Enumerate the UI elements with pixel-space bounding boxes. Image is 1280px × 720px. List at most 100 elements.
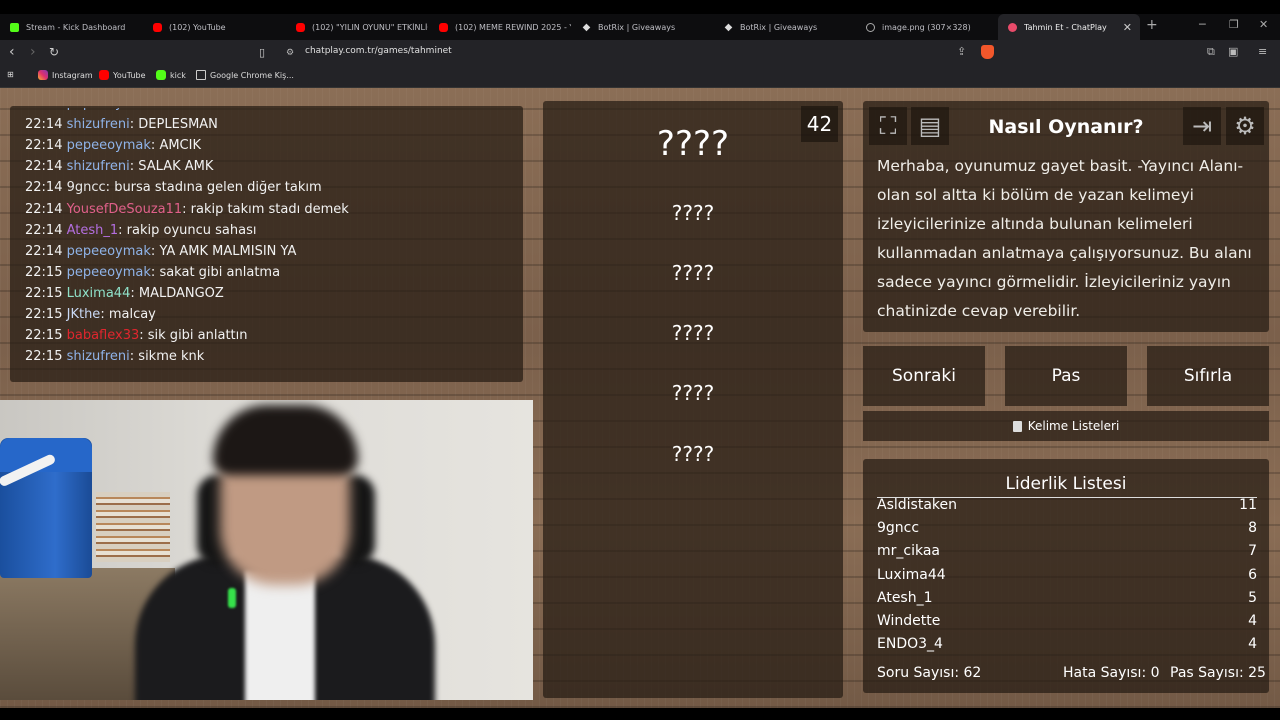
bookmark-instagram[interactable]: Instagram xyxy=(38,70,93,80)
bookmark-youtube[interactable]: YouTube xyxy=(99,70,146,80)
chat-text: SALAK AMK xyxy=(138,159,214,175)
url-text[interactable]: chatplay.com.tr/games/tahminet xyxy=(305,46,452,56)
chat-text: YA AMK MALMISIN YA xyxy=(159,243,297,259)
bookmark-kick[interactable]: kick xyxy=(156,70,186,80)
chat-username[interactable]: shizufreni xyxy=(67,159,130,174)
apps-icon[interactable]: ⊞ xyxy=(7,70,14,79)
chat-time: 22:14 xyxy=(25,201,63,217)
chat-message: 22:15 babaflex33: sik gibi anlattın xyxy=(25,328,248,343)
chat-text: sakat gibi anlatma xyxy=(159,264,281,280)
leaderboard-score: 4 xyxy=(1248,613,1257,629)
browser-tab-bar: Stream - Kick Dashboard (102) YouTube (1… xyxy=(0,0,1280,40)
site-info-icon[interactable]: ⚙ xyxy=(286,48,294,58)
new-tab-icon[interactable]: + xyxy=(1146,17,1158,33)
chat-message: 22:14 9gncc: bursa stadına gelen diğer t… xyxy=(25,180,322,195)
question-count: Soru Sayısı: 62 xyxy=(877,665,982,681)
kick-icon xyxy=(10,22,19,32)
leaderboard-row: Atesh_1 5 xyxy=(877,590,1257,606)
streamer-webcam xyxy=(0,400,533,700)
bottom-edge xyxy=(0,708,1280,720)
tab-title: BotRix | Giveaways xyxy=(598,22,676,32)
word-lists-label: Kelime Listeleri xyxy=(1027,419,1120,433)
back-icon[interactable]: ‹ xyxy=(9,44,15,60)
next-button[interactable]: Sonraki xyxy=(863,346,985,406)
chat-text: rakip takım stadı demek xyxy=(190,201,349,217)
tab-botrix-1[interactable]: ◆ BotRix | Giveaways xyxy=(572,14,714,40)
chat-time: 22:15 xyxy=(25,264,63,280)
reload-icon[interactable]: ↻ xyxy=(49,45,59,59)
notes-icon[interactable]: ▤ xyxy=(911,107,949,145)
folder-icon xyxy=(196,70,206,80)
bookmark-folder[interactable]: Google Chrome Kiş... xyxy=(196,70,294,80)
tab-title: (102) MEME REWIND 2025 - Yo xyxy=(455,22,571,32)
close-tab-icon[interactable]: ✕ xyxy=(1123,21,1132,34)
bookmark-icon[interactable]: ▯ xyxy=(259,46,265,59)
botrix-icon: ◆ xyxy=(582,21,591,33)
chat-message: 22:14 pepeeoymak: YA AMK MALMISIN YA xyxy=(25,244,296,259)
tab-youtube[interactable]: (102) YouTube xyxy=(143,14,285,40)
tab-title: (102) "YILIN OYUNU" ETKİNLİĞ xyxy=(312,22,428,32)
chat-username[interactable]: Atesh_1 xyxy=(67,223,119,238)
leaderboard-row: mr_cikaa 7 xyxy=(877,543,1257,559)
chat-text: sik gibi anlattın xyxy=(147,328,248,344)
chat-text: rakip oyuncu sahası xyxy=(126,222,257,238)
chat-username[interactable]: shizufreni xyxy=(67,349,130,364)
chat-username[interactable]: pepeeoymak xyxy=(67,138,151,153)
tab-image-png[interactable]: image.png (307×328) xyxy=(856,14,998,40)
leaderboard-score: 6 xyxy=(1248,566,1257,583)
chat-username[interactable]: shizufreni xyxy=(67,117,130,132)
leaderboard-name: Asldistaken xyxy=(877,498,957,513)
exit-icon[interactable]: ⇥ xyxy=(1183,107,1221,145)
chat-time: 22:14 xyxy=(25,243,63,259)
tab-title: Stream - Kick Dashboard xyxy=(26,22,126,32)
chat-username[interactable]: babaflex33 xyxy=(67,328,140,343)
chat-message: 22:14 shizufreni: DEPLESMAN xyxy=(25,117,218,132)
tab-chatplay[interactable]: Tahmin Et - ChatPlay ✕ xyxy=(998,14,1140,40)
leaderboard-score: 4 xyxy=(1248,636,1257,653)
chat-username[interactable]: JKthe xyxy=(67,307,101,322)
close-window-icon[interactable]: ✕ xyxy=(1259,18,1268,31)
how-to-play-title: Nasıl Oynanır? xyxy=(988,116,1144,138)
minimize-icon[interactable]: ─ xyxy=(1199,18,1206,31)
brave-shield-icon[interactable] xyxy=(981,45,994,59)
tab-botrix-2[interactable]: ◆ BotRix | Giveaways xyxy=(714,14,856,40)
youtube-icon xyxy=(439,22,448,32)
word-lists-button[interactable]: Kelime Listeleri xyxy=(863,411,1269,441)
chat-username[interactable]: YousefDeSouza11 xyxy=(67,202,183,217)
forbidden-word: ???? xyxy=(671,261,715,285)
forward-icon[interactable]: › xyxy=(30,44,36,60)
leaderboard-row: ENDO3_4 4 xyxy=(877,636,1257,652)
youtube-icon xyxy=(99,70,109,80)
chat-message: 22:14 pepeeoymak: AMCIK xyxy=(25,138,201,153)
tab-kick-dashboard[interactable]: Stream - Kick Dashboard xyxy=(0,14,142,40)
tab-title: image.png (307×328) xyxy=(882,22,971,32)
wallet-icon[interactable]: ▣ xyxy=(1228,45,1238,58)
tab-youtube-yilin-oyunu[interactable]: (102) "YILIN OYUNU" ETKİNLİĞ xyxy=(286,14,428,40)
settings-gear-icon[interactable]: ⚙ xyxy=(1226,107,1264,145)
chat-username[interactable]: 9gncc xyxy=(67,180,106,195)
tab-youtube-meme-rewind[interactable]: (102) MEME REWIND 2025 - Yo xyxy=(429,14,571,40)
leaderboard-score: 11 xyxy=(1239,498,1257,513)
pass-button[interactable]: Pas xyxy=(1005,346,1127,406)
target-word: ???? xyxy=(656,124,730,164)
forbidden-word: ???? xyxy=(671,321,715,345)
extensions-icon[interactable]: ⧉ xyxy=(1207,45,1215,59)
chat-colon: : xyxy=(182,201,191,217)
chat-username[interactable]: Luxima44 xyxy=(67,286,131,301)
chat-text: bursa stadına gelen diğer takım xyxy=(114,180,322,196)
leaderboard-name: mr_cikaa xyxy=(877,543,940,560)
menu-icon[interactable]: ≡ xyxy=(1258,45,1267,58)
chat-username[interactable]: pepeeoymak xyxy=(67,265,151,280)
leaderboard-score: 8 xyxy=(1248,520,1257,537)
reset-button[interactable]: Sıfırla xyxy=(1147,346,1269,406)
chat-username[interactable]: pepeeoymak xyxy=(67,244,151,259)
bookmark-label: YouTube xyxy=(113,70,146,80)
restore-icon[interactable]: ❐ xyxy=(1229,18,1239,31)
chat-text: DEPLESMAN xyxy=(138,117,218,133)
fullscreen-icon[interactable]: ⛶ xyxy=(869,107,907,145)
tab-title: BotRix | Giveaways xyxy=(740,22,818,32)
share-icon[interactable]: ⇪ xyxy=(957,45,966,58)
pass-count: Pas Sayısı: 25 xyxy=(1170,665,1266,681)
leaderboard-row: Windette 4 xyxy=(877,613,1257,629)
leaderboard-row: Asldistaken 11 xyxy=(877,498,1257,513)
